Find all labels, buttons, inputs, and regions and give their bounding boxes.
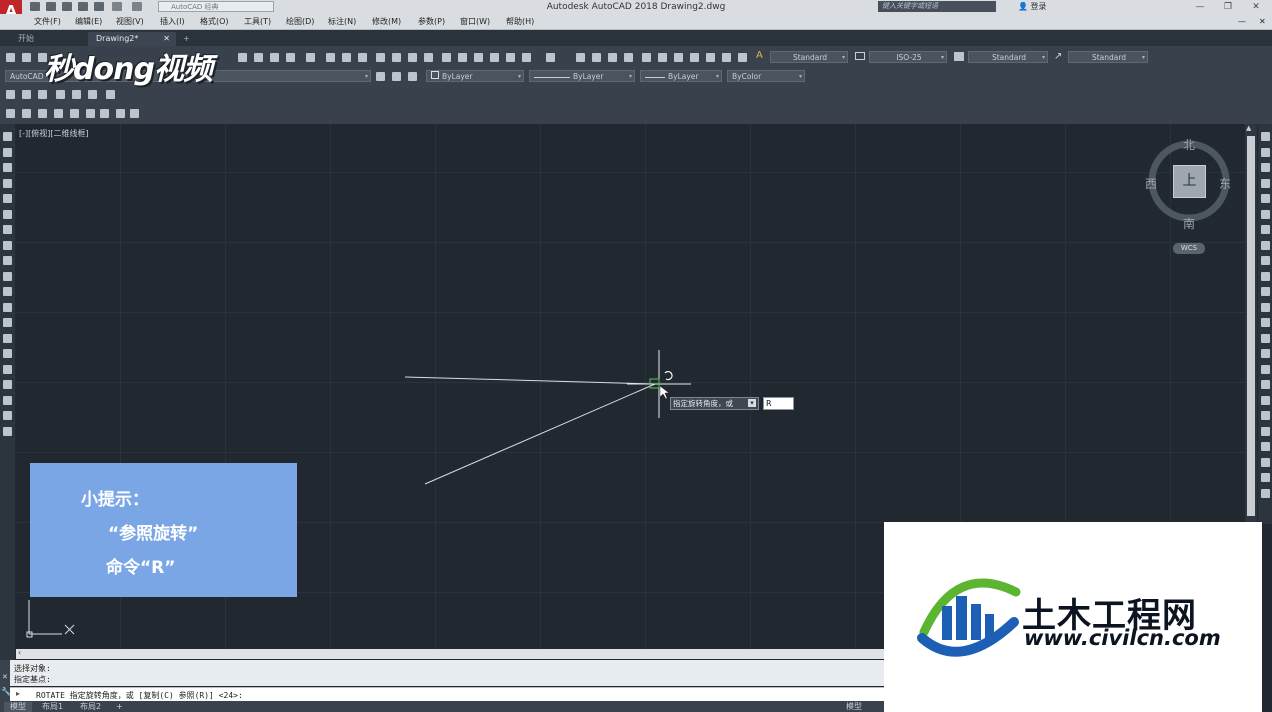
scroll-up-icon[interactable]: ▲ [1246,124,1251,132]
layout-tab-bar: 模型 布局1 布局2 + 模型 [0,701,884,712]
mouse-pointer-icon [659,385,670,400]
tab-layout2[interactable]: 布局2 [74,702,107,712]
tab-model[interactable]: 模型 [4,702,32,712]
rotate-cursor-icon [664,370,673,381]
dynamic-input-field[interactable]: R [763,397,794,410]
hint-title: 小提示： [81,490,149,510]
command-line[interactable]: ▸ ROTATE 指定旋转角度，或 [复制(C) 参照(R)] <24>: [10,687,884,702]
scroll-left-icon[interactable]: ‹ [18,648,21,657]
dynamic-input-prompt: 指定旋转角度，或 ▾ [670,397,759,410]
compass-east[interactable]: 东 [1219,175,1231,192]
command-window-handle[interactable]: ✕ 🔧 [0,660,11,701]
horizontal-scrollbar[interactable]: ‹ [16,648,884,659]
command-history-line: 选择对象: [14,664,51,673]
add-layout-icon[interactable]: + [110,702,129,712]
command-history-line: 指定基点: [14,675,51,684]
wcs-menu-button[interactable]: WCS [1173,243,1205,254]
status-model-space[interactable]: 模型 [840,702,868,712]
compass-south[interactable]: 南 [1183,215,1195,232]
command-close-icon[interactable]: ✕ [2,673,8,681]
civilcn-logo-icon [917,578,1021,657]
viewcube-top-face[interactable]: 上 [1173,165,1206,198]
line-horizontal [404,376,656,385]
compass-west[interactable]: 西 [1145,175,1157,192]
hint-reference-rotate: “参照旋转” [108,524,199,544]
options-arrow-icon[interactable]: ▾ [748,399,756,407]
compass-north[interactable]: 北 [1183,136,1195,153]
line-diagonal [424,383,656,485]
hint-card: 小提示： “参照旋转” 命令“R” [30,463,297,597]
command-prompt-icon: ▸ [16,689,21,698]
watermark-url: www.civilcn.com [1024,626,1221,650]
watermark-box: 土木工程网 www.civilcn.com [884,522,1262,712]
hint-command: 命令“R” [106,558,176,578]
vertical-scroll-thumb[interactable] [1247,136,1255,516]
command-history: 选择对象: 指定基点: [10,660,884,686]
command-line-text[interactable]: ROTATE 指定旋转角度，或 [复制(C) 参照(R)] <24>: [36,690,243,701]
tab-layout1[interactable]: 布局1 [36,702,69,712]
